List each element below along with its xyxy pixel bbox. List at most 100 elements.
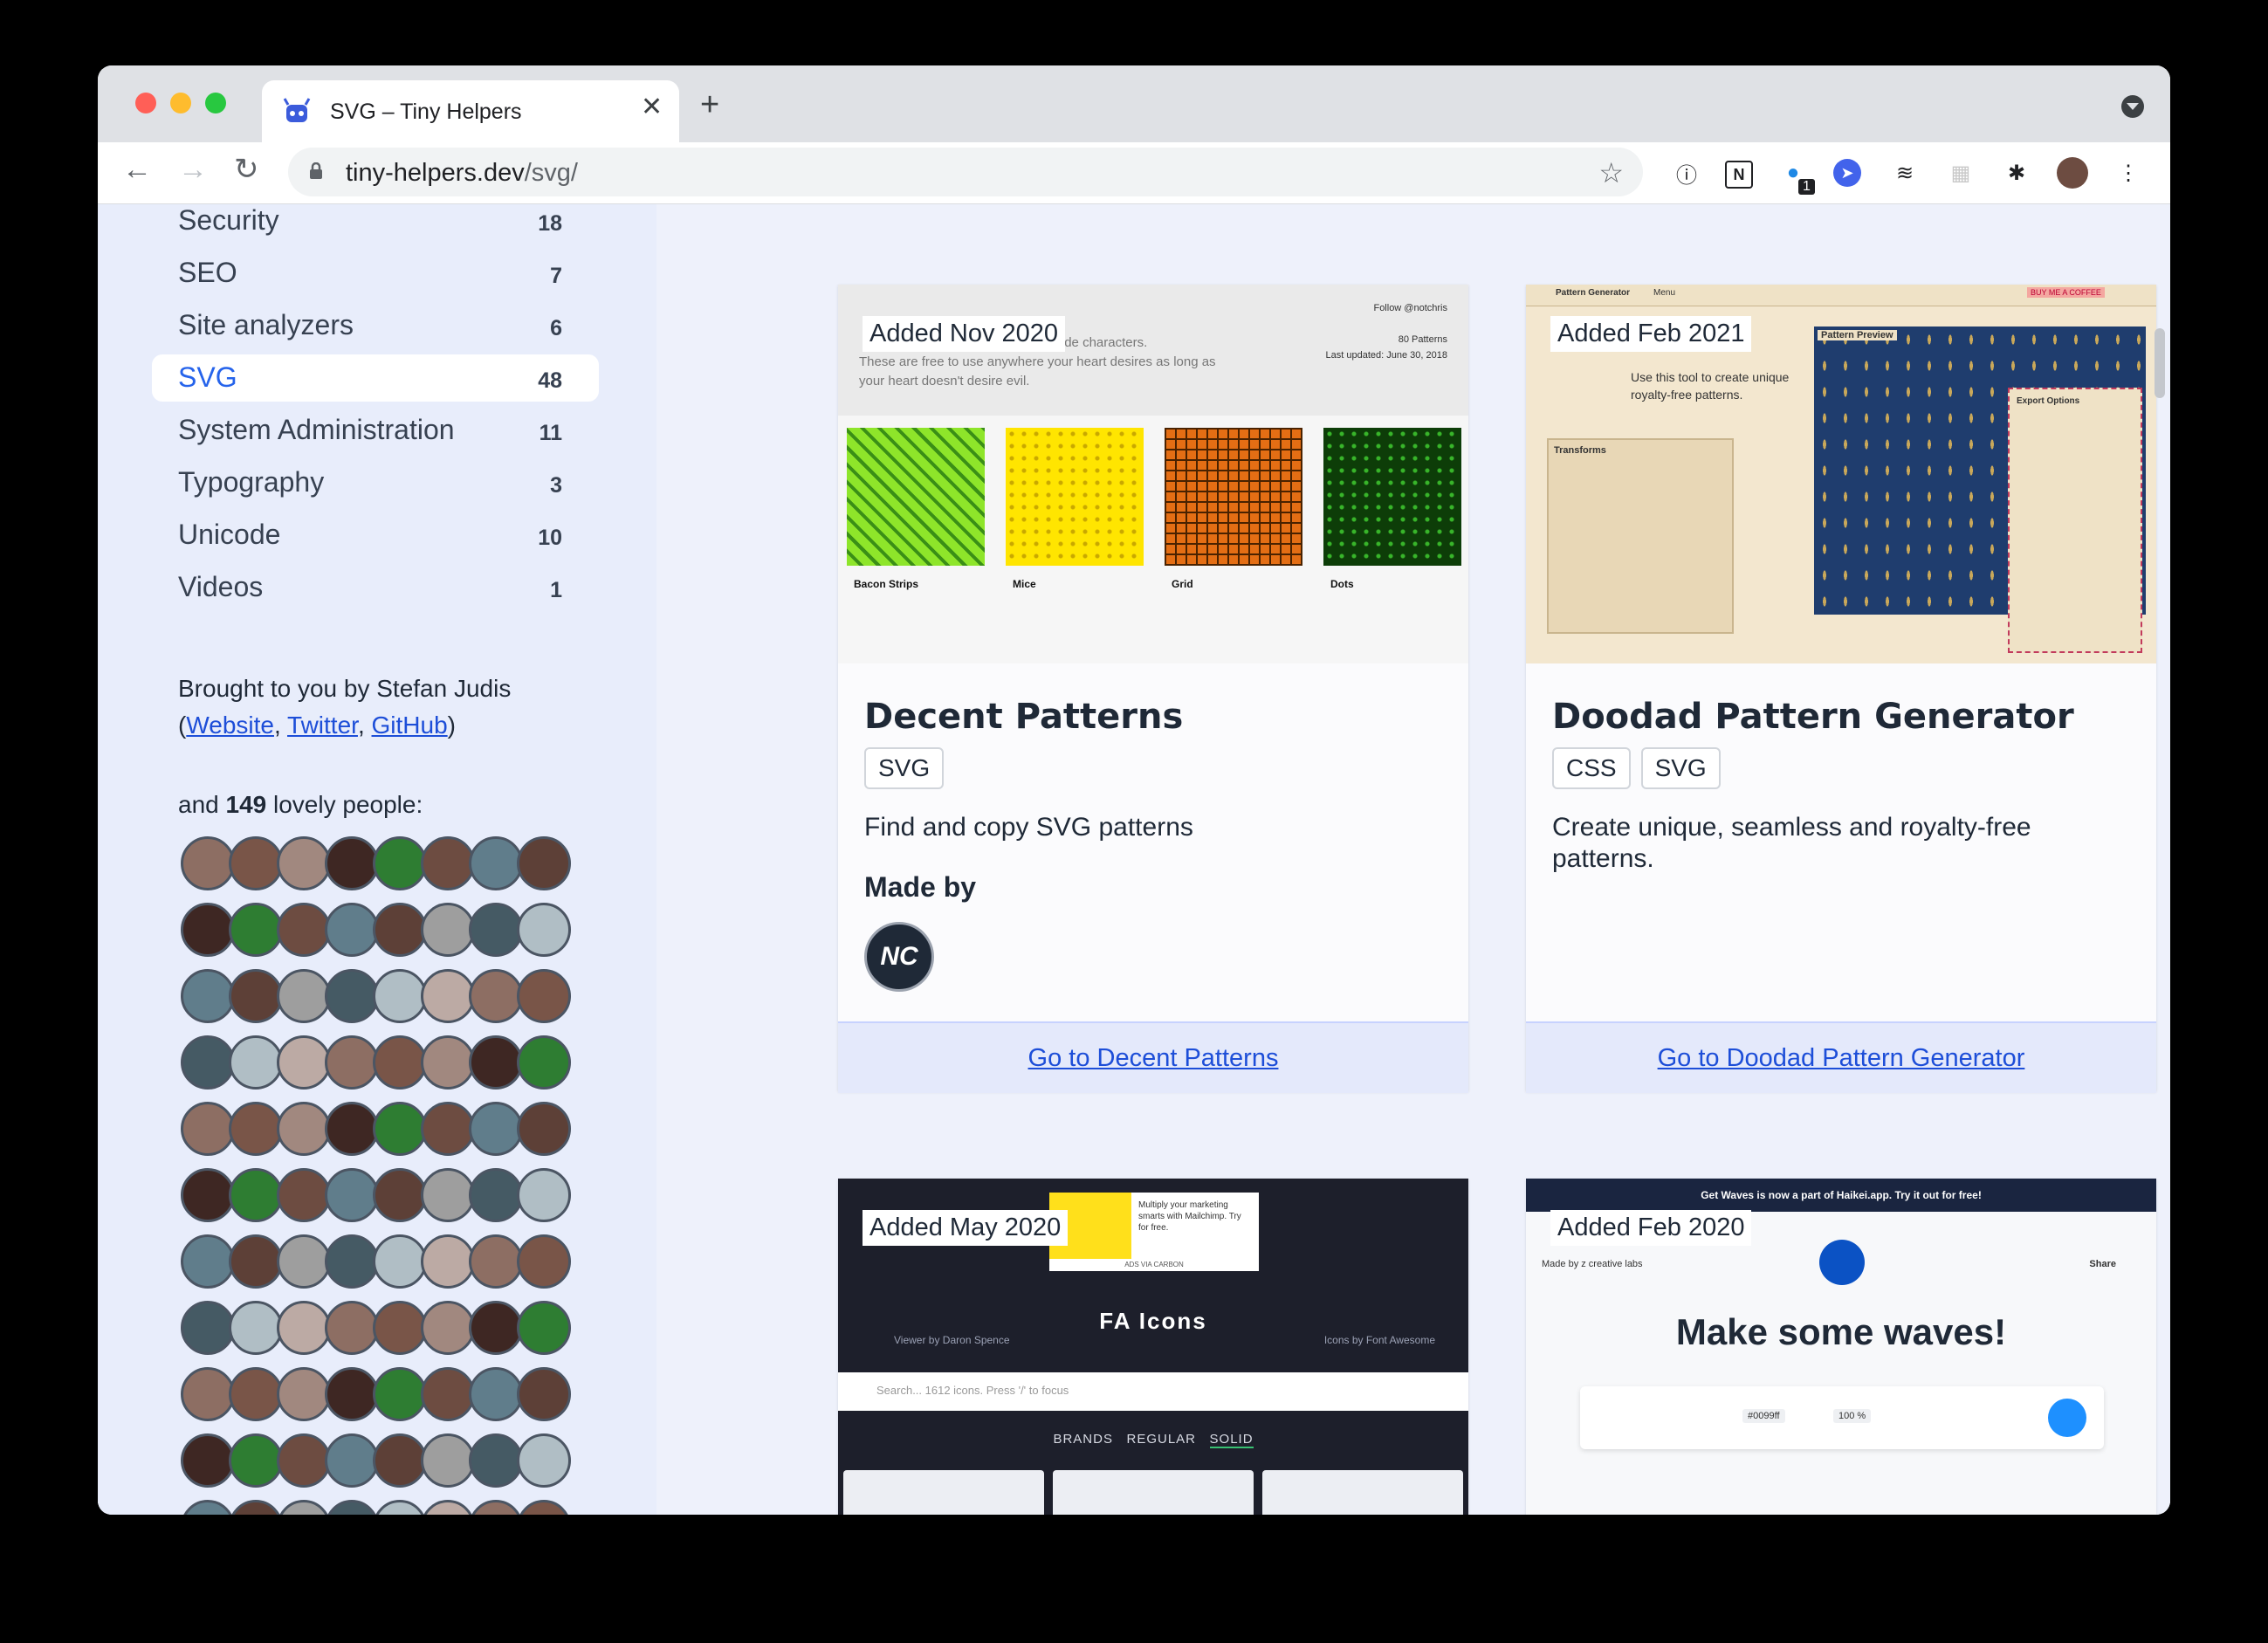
password-manager-icon[interactable]: ⓘ [1671, 157, 1702, 189]
contributor-avatar[interactable] [181, 1102, 235, 1156]
grid-extension-icon[interactable]: ▦ [1945, 157, 1976, 189]
contributor-avatar[interactable] [517, 1234, 571, 1289]
close-window-button[interactable] [135, 93, 156, 113]
contributor-avatar[interactable] [373, 903, 427, 957]
contributor-avatar[interactable] [229, 1301, 283, 1355]
contributor-avatar[interactable] [325, 1500, 379, 1515]
contributor-avatar[interactable] [229, 1433, 283, 1488]
sidebar-item-unicode[interactable]: Unicode 10 [152, 512, 599, 559]
contributor-avatar[interactable] [517, 1433, 571, 1488]
contributor-avatar[interactable] [277, 1500, 331, 1515]
contributor-avatar[interactable] [421, 969, 475, 1023]
contributor-avatar[interactable] [325, 1433, 379, 1488]
contributor-avatar[interactable] [181, 903, 235, 957]
contributor-avatar[interactable] [421, 1035, 475, 1090]
contributor-avatar[interactable] [325, 1367, 379, 1421]
arrow-extension-icon[interactable]: ➤ [1833, 159, 1861, 187]
contributor-avatar[interactable] [373, 1035, 427, 1090]
contributor-avatar[interactable] [277, 1301, 331, 1355]
contributor-avatar[interactable] [469, 836, 523, 890]
page-scrollbar[interactable] [2155, 328, 2165, 398]
contributor-avatar[interactable] [517, 1301, 571, 1355]
contributor-avatar[interactable] [229, 903, 283, 957]
contributor-avatar[interactable] [325, 903, 379, 957]
browser-tab[interactable]: SVG – Tiny Helpers ✕ [262, 80, 679, 142]
contributor-avatar[interactable] [517, 1102, 571, 1156]
contributor-avatar[interactable] [325, 836, 379, 890]
tab-search-icon[interactable] [2121, 95, 2144, 118]
bookmark-star-icon[interactable]: ☆ [1598, 156, 1624, 189]
contributor-avatar[interactable] [469, 903, 523, 957]
go-to-link[interactable]: Go to Doodad Pattern Generator [1526, 1044, 2156, 1073]
contributor-avatar[interactable] [373, 969, 427, 1023]
contributor-avatar[interactable] [421, 1168, 475, 1222]
layers-icon[interactable]: ≋ [1889, 157, 1921, 189]
contributor-avatar[interactable] [469, 1500, 523, 1515]
sidebar-item-svg[interactable]: SVG 48 [152, 354, 599, 402]
new-tab-icon[interactable]: + [700, 88, 719, 121]
back-arrow-icon[interactable]: ← [122, 155, 152, 184]
contributor-avatar[interactable] [325, 969, 379, 1023]
contributor-avatar[interactable] [181, 1433, 235, 1488]
reload-icon[interactable]: ↻ [234, 155, 259, 184]
contributor-avatar[interactable] [517, 836, 571, 890]
contributor-avatar[interactable] [421, 1102, 475, 1156]
profile-avatar[interactable] [2057, 157, 2088, 189]
tag-svg[interactable]: SVG [1640, 747, 1721, 789]
contributor-avatar[interactable] [229, 1234, 283, 1289]
forward-arrow-icon[interactable]: → [178, 155, 208, 184]
contributor-avatar[interactable] [517, 903, 571, 957]
contributor-avatar[interactable] [181, 1168, 235, 1222]
contributor-avatar[interactable] [517, 1500, 571, 1515]
tag-css[interactable]: CSS [1552, 747, 1631, 789]
contributor-avatar[interactable] [181, 1301, 235, 1355]
contributor-avatar[interactable] [373, 1500, 427, 1515]
contributor-avatar[interactable] [325, 1168, 379, 1222]
contributor-avatar[interactable] [181, 1035, 235, 1090]
contributor-avatar[interactable] [421, 1301, 475, 1355]
contributor-avatar[interactable] [469, 1168, 523, 1222]
puzzle-piece-icon[interactable]: ✱ [2001, 157, 2032, 189]
contributor-avatar[interactable] [469, 1102, 523, 1156]
github-link[interactable]: GitHub [372, 712, 448, 739]
contributor-avatar[interactable] [469, 1367, 523, 1421]
sidebar-item-security[interactable]: Security 18 [152, 197, 599, 244]
contributor-avatar[interactable] [277, 1433, 331, 1488]
contributor-avatar[interactable] [325, 1301, 379, 1355]
contributor-avatar[interactable] [421, 1500, 475, 1515]
contributor-avatar[interactable] [517, 1035, 571, 1090]
contributor-avatar[interactable] [517, 1168, 571, 1222]
notion-icon[interactable]: N [1725, 161, 1753, 189]
minimize-window-button[interactable] [170, 93, 191, 113]
contributor-avatar[interactable] [373, 1102, 427, 1156]
contributor-avatar[interactable] [181, 969, 235, 1023]
sidebar-item-typography[interactable]: Typography 3 [152, 459, 599, 506]
contributor-avatar[interactable] [229, 969, 283, 1023]
contributor-avatar[interactable] [325, 1102, 379, 1156]
sidebar-item-seo[interactable]: SEO 7 [152, 250, 599, 297]
contributor-avatar[interactable] [373, 836, 427, 890]
maker-avatar[interactable]: NC [864, 922, 934, 992]
sidebar-item-videos[interactable]: Videos 1 [152, 564, 599, 611]
contributor-avatar[interactable] [277, 1168, 331, 1222]
contributor-avatar[interactable] [469, 1301, 523, 1355]
website-link[interactable]: Website [186, 712, 274, 739]
twitter-link[interactable]: Twitter [287, 712, 358, 739]
contributor-avatar[interactable] [373, 1168, 427, 1222]
contributor-avatar[interactable] [229, 1102, 283, 1156]
contributor-avatar[interactable] [421, 1367, 475, 1421]
contributor-avatar[interactable] [373, 1433, 427, 1488]
contributor-avatar[interactable] [517, 969, 571, 1023]
contributor-avatar[interactable] [181, 1500, 235, 1515]
contributor-avatar[interactable] [373, 1367, 427, 1421]
contributor-avatar[interactable] [229, 1035, 283, 1090]
contributor-avatar[interactable] [421, 903, 475, 957]
contributor-avatar[interactable] [181, 1367, 235, 1421]
contributor-avatar[interactable] [421, 1433, 475, 1488]
tab-close-icon[interactable]: ✕ [641, 94, 663, 120]
go-to-link[interactable]: Go to Decent Patterns [838, 1044, 1468, 1073]
contributor-avatar[interactable] [229, 1500, 283, 1515]
contributor-avatar[interactable] [277, 1234, 331, 1289]
sidebar-item-site-analyzers[interactable]: Site analyzers 6 [152, 302, 599, 349]
contributor-avatar[interactable] [373, 1234, 427, 1289]
